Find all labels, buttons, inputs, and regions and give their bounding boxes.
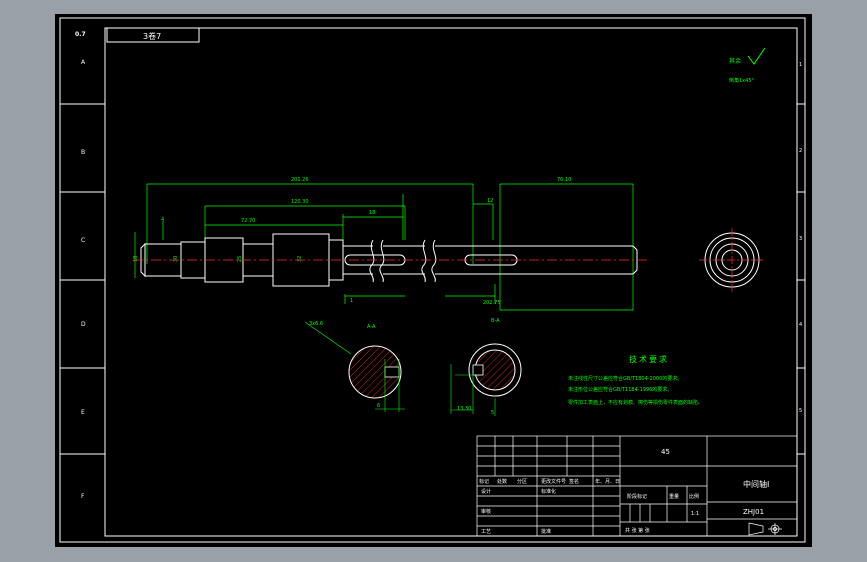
dim-left: 4 — [161, 217, 164, 223]
title-part-name: 中间轴I — [743, 479, 769, 489]
title-review: 审核 — [481, 508, 491, 515]
title-process: 工艺 — [481, 529, 491, 535]
ruler-letter-f: F — [81, 493, 85, 500]
surface-finish-label-bottom: 倒角1x45° — [729, 77, 755, 84]
dim-d1: 18 — [133, 256, 139, 262]
tech-req-title: 技术要求 — [629, 354, 669, 364]
ruler-letter-b: B — [81, 149, 85, 156]
title-scale-value: 1:1 — [691, 511, 699, 517]
section-b-dim-bottom: 5 — [491, 410, 494, 416]
dim-segment-a: 120.30 — [291, 199, 309, 205]
title-row-label-2: 处数 — [497, 478, 507, 485]
title-weight-label: 重量 — [669, 493, 679, 500]
title-material: 45 — [661, 448, 670, 456]
title-row-label-5: 签名 — [569, 478, 579, 485]
tech-req-line-2: 未注形位公差应符合GB/T1184-1996的要求。 — [568, 386, 672, 393]
title-sheet: 共 张 第 张 — [625, 527, 650, 534]
ruler-letter-e: E — [81, 409, 85, 416]
engineering-drawing: A B C D E F 0.7 3卷7 1 2 3 4 5 其余 倒角1x45°… — [55, 14, 812, 547]
ruler-letter-c: C — [81, 237, 85, 244]
dim-gap-right: 12 — [487, 198, 493, 204]
title-approve: 批准 — [541, 528, 551, 535]
tech-req-line-3: 零件加工表面上，不应有划痕、擦伤等损伤零件表面的缺陷。 — [568, 399, 703, 406]
title-drawing-number: ZHJ01 — [743, 508, 764, 516]
section-a-dim: 6 — [377, 403, 380, 409]
corner-label: 3卷7 — [143, 31, 161, 41]
title-standard: 标准化 — [541, 488, 556, 495]
title-row-label-6: 年、月、日 — [595, 478, 620, 485]
title-ratio-label: 比例 — [689, 493, 699, 500]
dim-d3: 25 — [237, 256, 243, 262]
section-a-label: A-A — [367, 324, 376, 330]
tech-req-line-1: 未注线性尺寸公差应符合GB/T1804-2000的要求。 — [568, 375, 682, 382]
dim-lower-right: 202.75 — [483, 300, 501, 306]
ruler-number-5: 5 — [799, 408, 802, 414]
ruler-number-1: 1 — [799, 62, 802, 68]
title-scale-label: 阶段标记 — [627, 493, 647, 500]
dim-overall-length: 201.26 — [291, 177, 309, 183]
ruler-number-4: 4 — [799, 322, 802, 328]
section-view-label: B-A — [491, 318, 500, 324]
dim-d4: 32 — [297, 256, 303, 262]
dim-d2: 30 — [173, 256, 179, 262]
surface-finish-label-top: 其余 — [729, 57, 741, 65]
dim-lower: 1 — [350, 298, 353, 304]
dim-gap-small: 18 — [369, 210, 375, 216]
section-b-dim-left: 13.30 — [457, 406, 471, 412]
ruler-letter-d: D — [81, 321, 86, 328]
ruler-number-3: 3 — [799, 236, 802, 242]
title-row-label-3: 分区 — [517, 478, 527, 485]
title-row-label-1: 标记 — [479, 478, 489, 485]
dim-right-length: 76.10 — [557, 177, 571, 183]
title-design: 设计 — [481, 488, 491, 495]
ruler-number-2: 2 — [799, 148, 802, 154]
dim-segment-b: 72.70 — [241, 218, 255, 224]
cad-viewport: A B C D E F 0.7 3卷7 1 2 3 4 5 其余 倒角1x45°… — [0, 0, 867, 562]
title-row-label-4: 更改文件号 — [541, 478, 566, 485]
corner-stamp: 0.7 — [75, 31, 86, 38]
section-a-leader: 3x6.6 — [309, 321, 323, 327]
